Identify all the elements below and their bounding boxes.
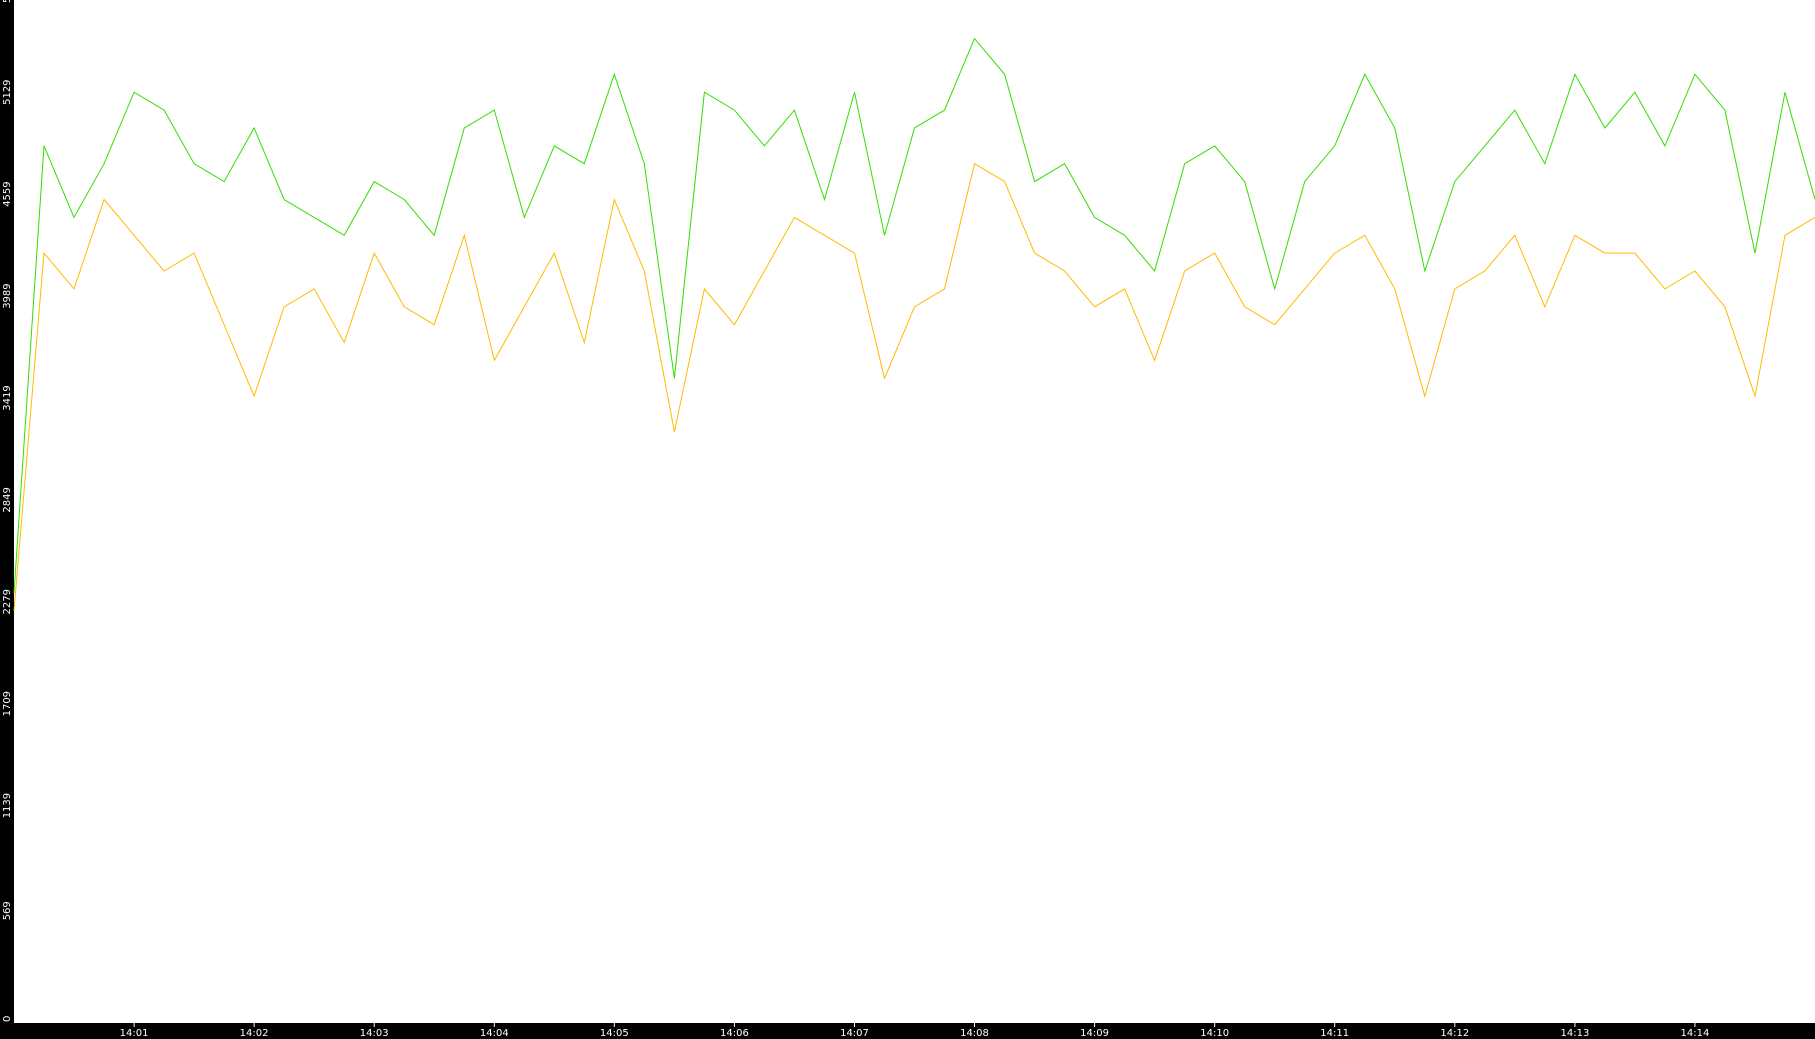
y-tick-label: 2849 bbox=[2, 487, 13, 512]
x-tick-label: 14:08 bbox=[960, 1028, 989, 1039]
y-tick-label: 5129 bbox=[2, 79, 13, 104]
x-tick-label: 14:11 bbox=[1320, 1028, 1349, 1039]
x-tick-label: 14:05 bbox=[600, 1028, 629, 1039]
y-tick-label: 1139 bbox=[2, 793, 13, 818]
y-tick-label: 2279 bbox=[2, 589, 13, 614]
plot-background bbox=[0, 0, 1815, 1039]
x-tick-label: 14:04 bbox=[480, 1028, 509, 1039]
x-tick-label: 14:13 bbox=[1560, 1028, 1589, 1039]
x-tick-label: 14:03 bbox=[360, 1028, 389, 1039]
x-tick-label: 14:02 bbox=[240, 1028, 269, 1039]
y-tick-label: 3419 bbox=[2, 385, 13, 410]
x-tick-label: 14:07 bbox=[840, 1028, 869, 1039]
x-tick-label: 14:09 bbox=[1080, 1028, 1109, 1039]
y-tick-label: 0 bbox=[2, 1016, 13, 1022]
x-tick-label: 14:12 bbox=[1440, 1028, 1469, 1039]
x-tick-label: 14:10 bbox=[1200, 1028, 1229, 1039]
y-tick-label: 3989 bbox=[2, 283, 13, 308]
y-tick-label: 1709 bbox=[2, 691, 13, 716]
y-tick-label: 5699 bbox=[2, 0, 13, 3]
y-axis-bar bbox=[0, 0, 14, 1039]
y-tick-label: 4559 bbox=[2, 181, 13, 206]
x-tick-label: 14:01 bbox=[120, 1028, 149, 1039]
x-axis-bar bbox=[0, 1023, 1815, 1039]
x-tick-label: 14:14 bbox=[1680, 1028, 1709, 1039]
y-tick-label: 569 bbox=[2, 901, 13, 920]
x-tick-label: 14:06 bbox=[720, 1028, 749, 1039]
line-chart: 0 569 1139 1709 2279 2849 3419 3989 4559 5129 5699… bbox=[0, 0, 1815, 1039]
